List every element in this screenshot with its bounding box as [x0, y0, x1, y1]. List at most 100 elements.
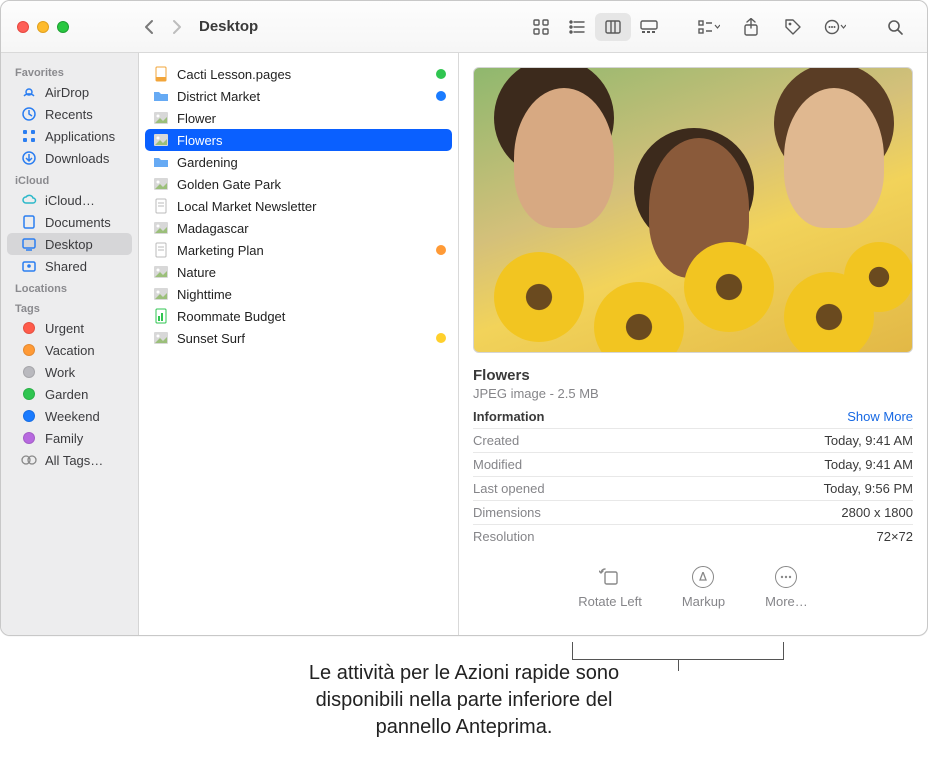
download-icon: [21, 150, 37, 166]
file-name: Roommate Budget: [177, 309, 285, 324]
file-name: Flowers: [177, 133, 223, 148]
more-label: More…: [765, 594, 808, 609]
file-icon: [153, 154, 169, 170]
file-icon: [153, 110, 169, 126]
info-label: Modified: [473, 457, 522, 472]
file-icon: [153, 242, 169, 258]
forward-button[interactable]: [165, 15, 187, 39]
sidebar-item-documents[interactable]: Documents: [7, 211, 132, 233]
sidebar-item-shared[interactable]: Shared: [7, 255, 132, 277]
file-row[interactable]: Cacti Lesson.pages: [139, 63, 458, 85]
sidebar-item-airdrop[interactable]: AirDrop: [7, 81, 132, 103]
info-label: Information: [473, 409, 545, 424]
file-icon: [153, 286, 169, 302]
info-row: Dimensions 2800 x 1800: [473, 500, 913, 524]
share-button[interactable]: [733, 13, 769, 41]
column-view-button[interactable]: [595, 13, 631, 41]
airdrop-icon: [21, 84, 37, 100]
sidebar-item-family[interactable]: Family: [7, 427, 132, 449]
file-row[interactable]: Local Market Newsletter: [139, 195, 458, 217]
sidebar: FavoritesAirDrop Recents Applications Downl…: [1, 53, 139, 635]
sidebar-item-all-tags-[interactable]: All Tags…: [7, 449, 132, 471]
sidebar-item-label: Applications: [45, 129, 115, 144]
file-name: District Market: [177, 89, 260, 104]
nav-arrows: [139, 15, 187, 39]
sidebar-item-work[interactable]: Work: [7, 361, 132, 383]
info-row: CreatedToday, 9:41 AM: [473, 428, 913, 452]
sidebar-item-label: Urgent: [45, 321, 84, 336]
more-actions-button[interactable]: [817, 13, 853, 41]
callout-line: Le attività per le Azioni rapide sono: [0, 660, 928, 687]
file-icon: [153, 198, 169, 214]
sidebar-item-recents[interactable]: Recents: [7, 103, 132, 125]
group-by-button[interactable]: [691, 13, 727, 41]
file-row[interactable]: Golden Gate Park: [139, 173, 458, 195]
info-row: Resolution72×72: [473, 524, 913, 548]
window-title: Desktop: [199, 18, 258, 35]
preview-pane: Flowers JPEG image - 2.5 MB Information …: [459, 53, 927, 635]
file-row[interactable]: Madagascar: [139, 217, 458, 239]
file-row[interactable]: Nature: [139, 261, 458, 283]
more-action[interactable]: More…: [765, 566, 808, 609]
sidebar-section-header: iCloud: [1, 169, 138, 189]
rotate-left-icon: [599, 566, 621, 588]
info-value: Today, 9:56 PM: [824, 481, 913, 496]
file-row[interactable]: Gardening: [139, 151, 458, 173]
gallery-view-button[interactable]: [631, 13, 667, 41]
sidebar-item-icloud-[interactable]: iCloud…: [7, 189, 132, 211]
content-area: FavoritesAirDrop Recents Applications Downl…: [1, 53, 927, 635]
file-icon: [153, 176, 169, 192]
info-label: Dimensions: [473, 505, 541, 520]
sidebar-item-downloads[interactable]: Downloads: [7, 147, 132, 169]
sidebar-item-urgent[interactable]: Urgent: [7, 317, 132, 339]
sidebar-item-label: Desktop: [45, 237, 93, 252]
file-name: Golden Gate Park: [177, 177, 281, 192]
sidebar-item-label: Family: [45, 431, 83, 446]
markup-action[interactable]: Markup: [682, 566, 725, 609]
file-row[interactable]: Sunset Surf: [139, 327, 458, 349]
window-controls: [1, 1, 139, 52]
file-row[interactable]: Marketing Plan: [139, 239, 458, 261]
sidebar-item-garden[interactable]: Garden: [7, 383, 132, 405]
info-header: Information Show More: [473, 409, 913, 424]
file-icon: [153, 88, 169, 104]
close-window-button[interactable]: [17, 21, 29, 33]
minimize-window-button[interactable]: [37, 21, 49, 33]
sidebar-item-applications[interactable]: Applications: [7, 125, 132, 147]
file-icon: [153, 220, 169, 236]
sidebar-item-weekend[interactable]: Weekend: [7, 405, 132, 427]
tags-button[interactable]: [775, 13, 811, 41]
file-list: Cacti Lesson.pages District Market Flower F…: [139, 53, 459, 635]
cloud-icon: [21, 192, 37, 208]
info-label: Resolution: [473, 529, 534, 544]
file-row[interactable]: Flower: [139, 107, 458, 129]
file-tag-dot: [436, 69, 446, 79]
sidebar-item-label: Recents: [45, 107, 93, 122]
file-row[interactable]: Nighttime: [139, 283, 458, 305]
search-button[interactable]: [877, 13, 913, 41]
sidebar-item-label: Vacation: [45, 343, 95, 358]
icon-view-button[interactable]: [523, 13, 559, 41]
fullscreen-window-button[interactable]: [57, 21, 69, 33]
rotate-left-action[interactable]: Rotate Left: [578, 566, 642, 609]
file-icon: [153, 308, 169, 324]
list-view-button[interactable]: [559, 13, 595, 41]
back-button[interactable]: [139, 15, 161, 39]
callout-line: disponibili nella parte inferiore del: [0, 687, 928, 714]
preview-subtitle: JPEG image - 2.5 MB: [473, 386, 913, 401]
info-row: ModifiedToday, 9:41 AM: [473, 452, 913, 476]
shared-icon: [21, 258, 37, 274]
sidebar-item-label: Shared: [45, 259, 87, 274]
desktop-icon: [21, 236, 37, 252]
show-more-button[interactable]: Show More: [847, 409, 913, 424]
info-value: 2800 x 1800: [841, 505, 913, 520]
callout: Le attività per le Azioni rapide sono di…: [0, 636, 928, 741]
sidebar-item-desktop[interactable]: Desktop: [7, 233, 132, 255]
file-name: Marketing Plan: [177, 243, 264, 258]
file-row[interactable]: Roommate Budget: [139, 305, 458, 327]
file-row[interactable]: Flowers: [145, 129, 452, 151]
file-icon: [153, 66, 169, 82]
sidebar-item-vacation[interactable]: Vacation: [7, 339, 132, 361]
sidebar-section-header: Favorites: [1, 61, 138, 81]
file-row[interactable]: District Market: [139, 85, 458, 107]
